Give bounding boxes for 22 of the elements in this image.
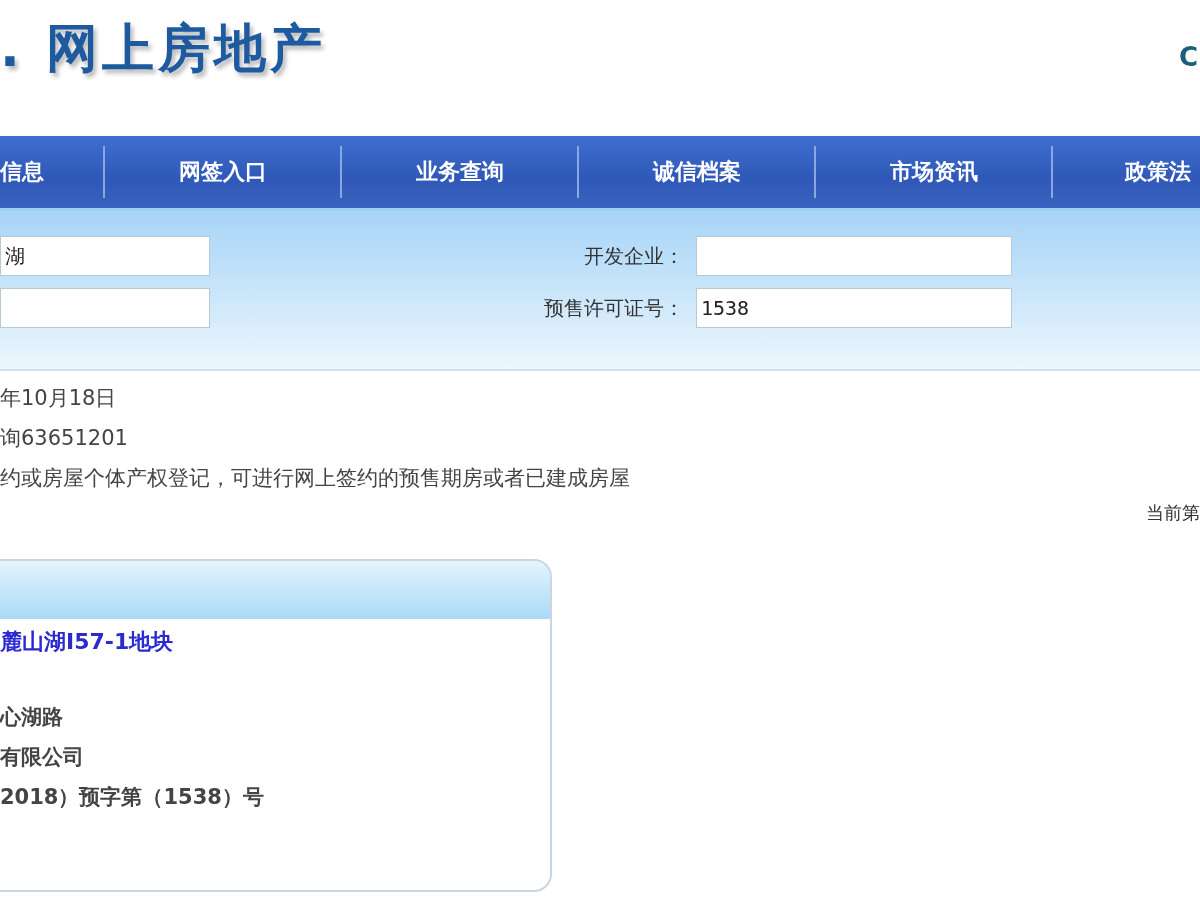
nav-link[interactable]: 网签入口 bbox=[105, 146, 342, 198]
input-field[interactable] bbox=[0, 288, 210, 328]
field-label: 开发企业： bbox=[584, 242, 684, 270]
field-label: 预售许可证号： bbox=[544, 294, 684, 322]
nav-link[interactable]: 政策法 bbox=[1053, 146, 1200, 198]
input-field[interactable]: 1538 bbox=[696, 288, 1012, 328]
input-field[interactable] bbox=[696, 236, 1012, 276]
project-detail: 有限公司 bbox=[0, 744, 85, 771]
nav-link[interactable]: 业务查询 bbox=[342, 146, 579, 198]
notice-text: 约或房屋个体产权登记，可进行网上签约的预售期房或者已建成房屋 bbox=[0, 465, 631, 492]
site-logo: . 网上房地产 bbox=[0, 17, 326, 80]
notice-text: 年10月18日 bbox=[0, 385, 118, 412]
project-link[interactable]: 麓山湖I57-1地块 bbox=[0, 629, 174, 654]
nav-link[interactable]: 诚信档案 bbox=[579, 146, 816, 198]
notice-text: 询63651201 bbox=[0, 425, 129, 452]
nav-link[interactable]: 市场资讯 bbox=[816, 146, 1053, 198]
nav-link[interactable]: 信息 bbox=[0, 146, 105, 198]
project-detail: 2018）预字第（1538）号 bbox=[0, 784, 265, 811]
corner-text: C bbox=[1178, 42, 1199, 72]
page-indicator: 当前第 bbox=[1146, 501, 1200, 525]
input-field[interactable]: 湖 bbox=[0, 236, 210, 276]
project-detail: 心湖路 bbox=[0, 704, 64, 731]
